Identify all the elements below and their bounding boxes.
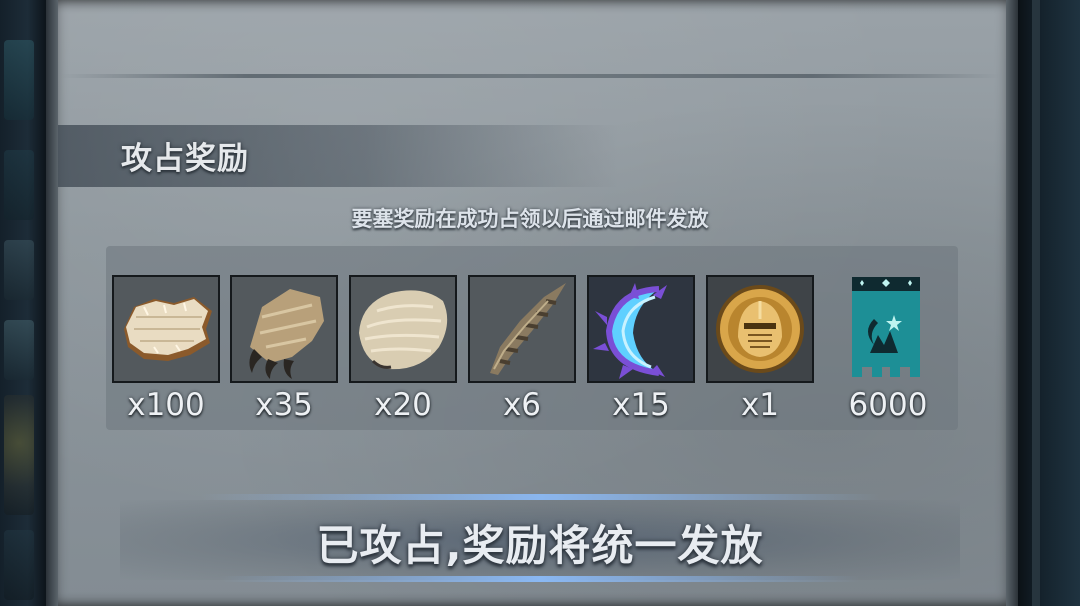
reward-item[interactable]: x20 <box>349 275 457 425</box>
right-side-decor <box>1018 0 1080 606</box>
glow-line <box>220 576 860 582</box>
reward-quantity: x1 <box>740 387 780 423</box>
scroll-icon <box>4 320 34 380</box>
reward-item[interactable]: x15 <box>587 275 695 425</box>
panel-frame-left <box>46 0 58 606</box>
mail-notice-text: 要塞奖励在成功占领以后通过邮件发放 <box>351 207 709 231</box>
reward-item[interactable]: x100 <box>112 275 220 425</box>
reward-quantity: 6000 <box>848 387 928 423</box>
reward-quantity: x35 <box>255 387 313 423</box>
golden-knight-medal-icon[interactable] <box>706 275 814 383</box>
side-ornament <box>4 150 34 220</box>
fur-pelt-icon[interactable] <box>349 275 457 383</box>
frame-edge <box>1032 0 1040 606</box>
hide-pelt-icon[interactable] <box>112 275 220 383</box>
reward-quantity: x100 <box>127 387 205 423</box>
reward-quantity: x20 <box>374 387 432 423</box>
divider <box>60 74 1000 78</box>
left-side-decor <box>0 0 46 606</box>
section-title: 攻占奖励 <box>121 141 249 177</box>
guild-banner-icon[interactable] <box>834 275 938 379</box>
twisted-horn-icon[interactable] <box>468 275 576 383</box>
side-ornament <box>4 530 34 600</box>
scroll-icon <box>4 240 34 300</box>
claw-paw-icon[interactable] <box>230 275 338 383</box>
capture-status-text: 已攻占,奖励将统一发放 <box>316 521 764 570</box>
reward-quantity: x6 <box>502 387 542 423</box>
reward-item[interactable]: x1 <box>706 275 814 425</box>
glow-line <box>200 494 880 500</box>
panel-frame-right <box>1006 0 1018 606</box>
reward-item[interactable]: 6000 <box>834 275 942 425</box>
reward-quantity: x15 <box>612 387 670 423</box>
side-ornament <box>4 40 34 120</box>
reward-list: x100 x35 x20 x6 x15 x1 6000 <box>112 275 942 435</box>
reward-item[interactable]: x35 <box>230 275 338 425</box>
side-ornament <box>4 395 34 515</box>
reward-item[interactable]: x6 <box>468 275 576 425</box>
blue-crescent-icon[interactable] <box>587 275 695 383</box>
